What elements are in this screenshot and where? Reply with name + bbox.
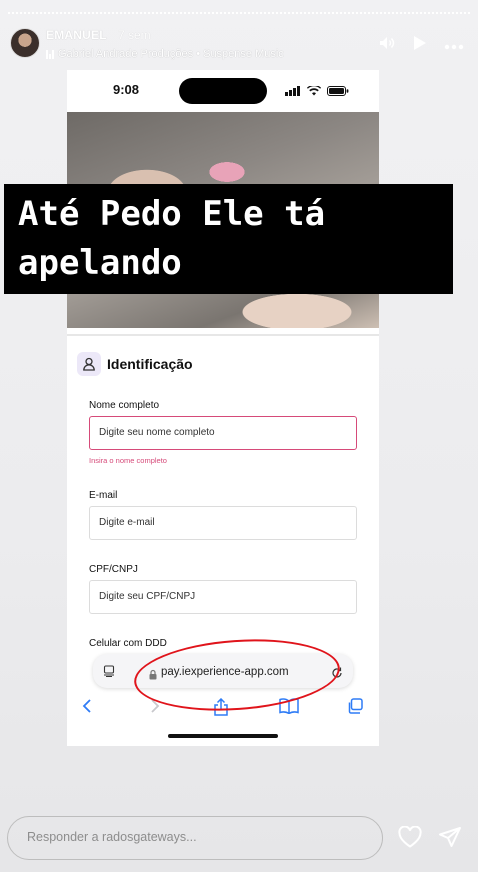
email-field[interactable]: Digite e-mail	[89, 506, 357, 540]
username[interactable]: EMANUEL	[46, 28, 107, 42]
more-options-icon[interactable]	[444, 37, 464, 55]
section-title: Identificação	[107, 356, 193, 372]
play-icon[interactable]	[413, 36, 426, 55]
reply-placeholder: Responder a radosgateways...	[27, 830, 197, 844]
send-icon[interactable]	[438, 826, 462, 853]
story-progress-bar	[8, 12, 470, 14]
divider	[67, 334, 379, 336]
avatar[interactable]	[10, 28, 40, 58]
phone-label: Celular com DDD	[89, 638, 167, 649]
signal-icon	[285, 83, 301, 101]
dynamic-island	[179, 78, 267, 104]
reader-icon[interactable]	[103, 664, 115, 682]
battery-icon	[327, 83, 349, 101]
name-label: Nome completo	[89, 400, 160, 411]
home-indicator	[168, 734, 278, 738]
music-attribution[interactable]: Gabriel Andrade Produções • Suspense Mus…	[46, 48, 284, 60]
heart-icon[interactable]	[398, 825, 422, 853]
cpf-field[interactable]: Digite seu CPF/CNPJ	[89, 580, 357, 614]
music-label: Gabriel Andrade Produções • Suspense Mus…	[58, 48, 284, 60]
user-icon	[77, 352, 101, 376]
name-field[interactable]: Digite seu nome completo	[89, 416, 357, 450]
caption-line-2: apelando	[18, 243, 182, 283]
volume-icon[interactable]	[379, 36, 395, 55]
email-label: E-mail	[89, 490, 118, 501]
cpf-label: CPF/CNPJ	[89, 564, 138, 575]
story-header: EMANUEL 7 sem Gabriel Andrade Produções …	[8, 26, 470, 66]
wifi-icon	[307, 83, 321, 101]
story-caption: Até Pedo Ele tá apelando	[4, 184, 453, 294]
music-bars-icon	[46, 49, 54, 59]
phone-status-icons	[285, 83, 349, 101]
post-time: 7 sem	[118, 28, 151, 42]
tabs-icon[interactable]	[347, 698, 363, 719]
back-icon[interactable]	[81, 698, 93, 719]
caption-line-1: Até Pedo Ele tá	[18, 194, 326, 234]
identification-header: Identificação	[77, 352, 193, 376]
story-controls	[379, 36, 464, 55]
phone-clock: 9:08	[113, 82, 140, 97]
name-error-message: Insira o nome completo	[89, 456, 167, 465]
phone-status-bar: 9:08	[67, 70, 379, 112]
